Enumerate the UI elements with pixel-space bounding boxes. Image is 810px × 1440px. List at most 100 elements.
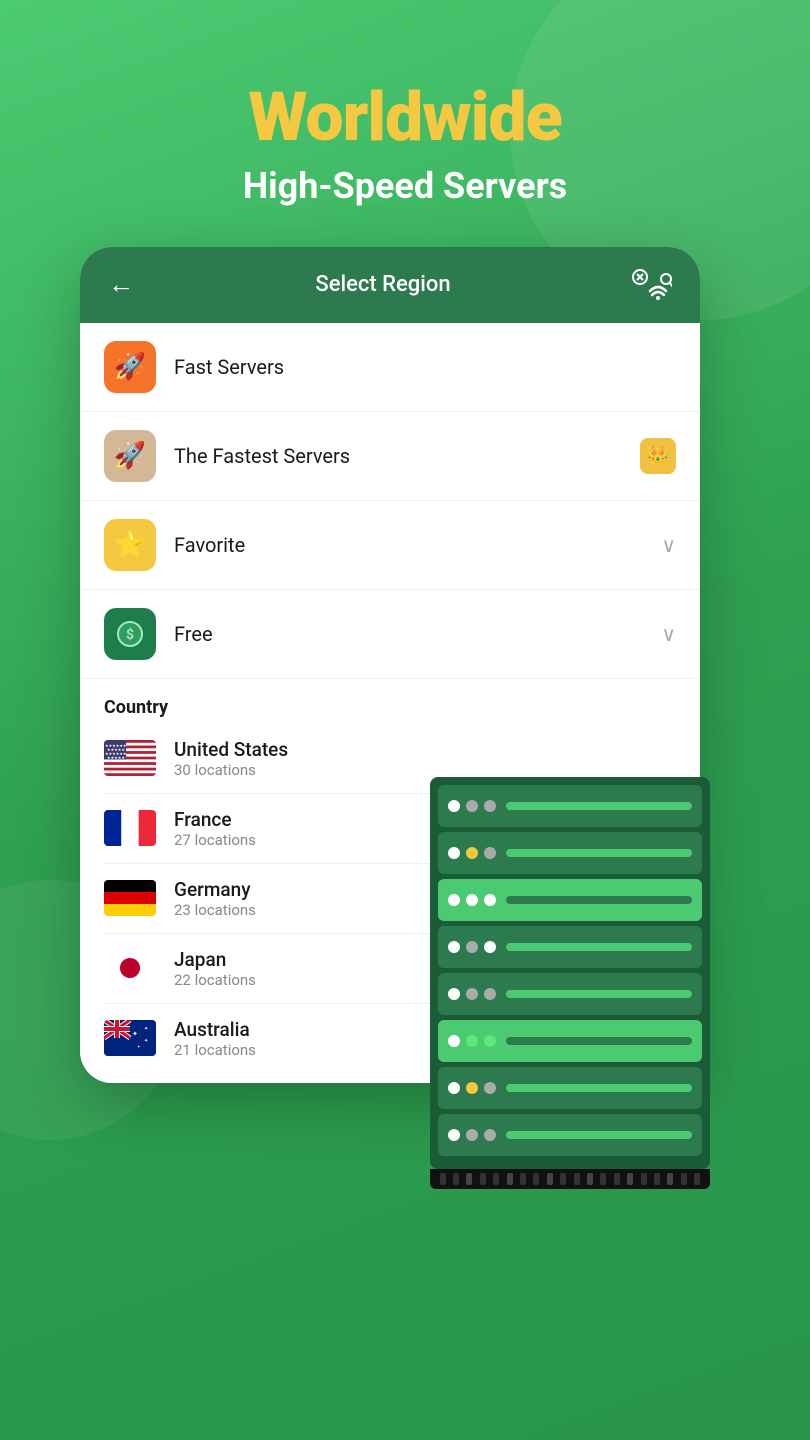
server-dot	[466, 988, 478, 1000]
header-section: Worldwide High-Speed Servers	[0, 0, 810, 247]
menu-list: 🚀 Fast Servers 🚀 The Fastest Servers 👑 ⭐	[80, 323, 700, 679]
favorite-label: Favorite	[174, 533, 661, 557]
server-dot	[448, 1035, 460, 1047]
base-stripe	[574, 1173, 580, 1185]
base-stripe	[560, 1173, 566, 1185]
server-dot	[448, 941, 460, 953]
server-dot	[466, 847, 478, 859]
fast-servers-icon-box: 🚀	[104, 341, 156, 393]
svg-text:★★★★★: ★★★★★	[107, 755, 125, 760]
svg-text:✦: ✦	[144, 1026, 148, 1032]
svg-text:$: $	[126, 626, 134, 643]
base-stripe	[547, 1173, 553, 1185]
base-stripe	[681, 1173, 687, 1185]
server-row-1	[438, 785, 702, 827]
base-stripe	[453, 1173, 459, 1185]
flag-us: ★★★★★★ ★★★★★ ★★★★★★ ★★★★★	[104, 740, 156, 776]
phone-header: ← Select Region	[80, 247, 700, 323]
menu-item-fastest-servers[interactable]: 🚀 The Fastest Servers 👑	[80, 412, 700, 501]
crown-icon: 👑	[647, 445, 669, 466]
server-bar	[506, 849, 692, 857]
flag-de	[104, 880, 156, 916]
phone-container: ← Select Region	[80, 247, 700, 1083]
server-row-5	[438, 973, 702, 1015]
star-icon: ⭐	[114, 530, 146, 560]
server-dot	[466, 1082, 478, 1094]
server-bar	[506, 1131, 692, 1139]
main-subtitle: High-Speed Servers	[0, 165, 810, 207]
server-dot	[448, 894, 460, 906]
base-stripe	[480, 1173, 486, 1185]
base-stripe	[654, 1173, 660, 1185]
free-label: Free	[174, 622, 661, 646]
server-row-7	[438, 1067, 702, 1109]
server-row-3	[438, 879, 702, 921]
base-stripe	[507, 1173, 513, 1185]
server-rack-base	[430, 1169, 710, 1189]
server-dot	[484, 1129, 496, 1141]
server-dot	[484, 988, 496, 1000]
svg-text:✦: ✦	[132, 1030, 138, 1038]
server-dot	[484, 1082, 496, 1094]
fastest-servers-label: The Fastest Servers	[174, 444, 640, 468]
wifi-search-icon[interactable]	[632, 269, 672, 301]
server-row-2	[438, 832, 702, 874]
server-bar	[506, 990, 692, 998]
server-dot	[466, 941, 478, 953]
flag-fr	[104, 810, 156, 846]
server-dot	[448, 1082, 460, 1094]
back-button[interactable]: ←	[108, 269, 134, 300]
fastest-servers-icon-box: 🚀	[104, 430, 156, 482]
rocket-icon: 🚀	[114, 352, 146, 382]
free-chevron-icon: ∨	[661, 622, 676, 646]
us-country-name: United States	[174, 738, 676, 761]
base-stripe	[641, 1173, 647, 1185]
server-dot	[448, 1129, 460, 1141]
server-row-8	[438, 1114, 702, 1156]
main-title: Worldwide	[0, 80, 810, 155]
base-stripe	[614, 1173, 620, 1185]
base-stripe	[493, 1173, 499, 1185]
server-dot	[484, 800, 496, 812]
server-rack-body	[430, 777, 710, 1169]
base-stripe	[440, 1173, 446, 1185]
server-dot	[484, 894, 496, 906]
crown-badge: 👑	[640, 438, 676, 474]
fast-servers-label: Fast Servers	[174, 355, 676, 379]
menu-item-fast-servers[interactable]: 🚀 Fast Servers	[80, 323, 700, 412]
server-bar	[506, 1084, 692, 1092]
server-dot	[466, 800, 478, 812]
base-stripe	[587, 1173, 593, 1185]
base-stripe	[694, 1173, 700, 1185]
server-dot	[448, 988, 460, 1000]
server-dot	[484, 847, 496, 859]
rocket-tan-icon: 🚀	[114, 441, 146, 471]
server-bar	[506, 1037, 692, 1045]
server-dot	[448, 800, 460, 812]
server-dot	[448, 847, 460, 859]
free-icon-box: $	[104, 608, 156, 660]
server-bar	[506, 802, 692, 810]
server-dot	[484, 1035, 496, 1047]
menu-item-favorite[interactable]: ⭐ Favorite ∨	[80, 501, 700, 590]
country-section-label: Country	[104, 697, 676, 718]
flag-jp	[104, 950, 156, 986]
server-dot	[466, 894, 478, 906]
base-stripe	[533, 1173, 539, 1185]
server-bar	[506, 943, 692, 951]
server-row-6	[438, 1020, 702, 1062]
server-row-4	[438, 926, 702, 968]
favorite-icon-box: ⭐	[104, 519, 156, 571]
menu-item-free[interactable]: $ Free ∨	[80, 590, 700, 679]
us-country-info: United States 30 locations	[174, 738, 676, 779]
favorite-chevron-icon: ∨	[661, 533, 676, 557]
base-stripe	[466, 1173, 472, 1185]
svg-text:✦: ✦	[144, 1038, 148, 1044]
server-dot	[466, 1129, 478, 1141]
server-dot	[484, 941, 496, 953]
base-stripe	[627, 1173, 633, 1185]
navbar-title: Select Region	[315, 272, 450, 297]
base-stripe	[667, 1173, 673, 1185]
base-stripe	[520, 1173, 526, 1185]
flag-au: ✦ ✦ ✦ ✦	[104, 1020, 156, 1056]
